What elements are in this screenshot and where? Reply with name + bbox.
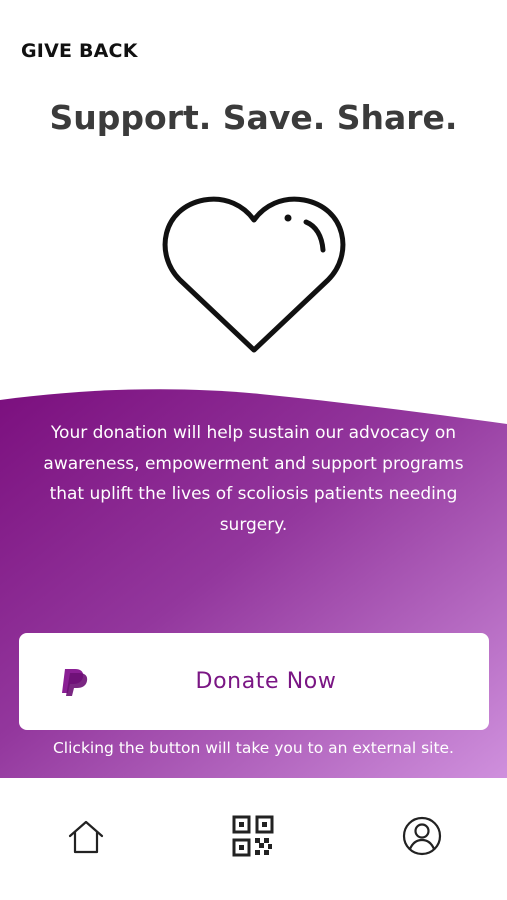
donation-message: Your donation will help sustain our advo… (43, 423, 464, 535)
home-icon (68, 820, 104, 854)
donate-now-button[interactable]: Donate Now (19, 633, 489, 730)
page-header-title: GIVE BACK (21, 40, 138, 62)
external-site-footnote: Clicking the button will take you to an … (52, 739, 454, 757)
paypal-icon (59, 666, 91, 696)
tab-qr-code[interactable] (231, 814, 275, 858)
bottom-tab-bar (0, 778, 507, 900)
tab-profile[interactable] (400, 814, 444, 858)
donate-button-label: Donate Now (195, 669, 337, 694)
tab-home[interactable] (64, 814, 108, 858)
page-headline: Support. Save. Share. (49, 98, 458, 137)
qr-code-icon (232, 815, 274, 857)
heart-icon (158, 192, 350, 357)
donation-section: Your donation will help sustain our advo… (0, 380, 507, 778)
profile-icon (402, 816, 442, 856)
